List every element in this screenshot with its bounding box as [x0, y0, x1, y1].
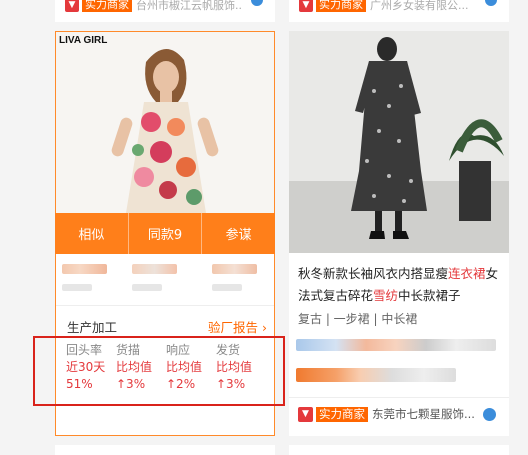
same-style-button[interactable]: 同款9 [129, 213, 203, 254]
factory-report-link[interactable]: 验厂报告 › [208, 317, 267, 336]
seller-row: ▼ 实力商家 东莞市七颗星服饰... [298, 406, 480, 422]
product-title-line1[interactable]: 秋冬新款长袖风衣内搭显瘦连衣裙女 [298, 263, 503, 285]
blurred-info [62, 284, 92, 291]
top-right-card[interactable]: ▼ 实力商家 广州乡女装有限公... [289, 0, 509, 22]
title-text: 法式复古碎花 [298, 288, 374, 303]
product-image[interactable] [289, 31, 509, 253]
bottom-right-card[interactable] [289, 445, 509, 455]
seller-tag: 实力商家 [316, 0, 366, 12]
section-title: 生产加工 [67, 320, 118, 335]
divider [289, 397, 509, 398]
title-text: 中长款裙子 [398, 288, 461, 303]
title-text: 女 [485, 266, 499, 281]
title-text: 秋冬新款长袖风衣内搭显瘦 [298, 266, 449, 281]
similar-button[interactable]: 相似 [55, 213, 129, 254]
blurred-info [132, 284, 162, 291]
blurred-price [132, 264, 177, 274]
seller-logo-icon: ▼ [65, 0, 79, 12]
verified-icon [483, 408, 496, 421]
highlight-box [33, 336, 285, 406]
verified-icon [485, 0, 497, 6]
title-keyword: 连衣裙 [448, 266, 486, 281]
product-image[interactable]: LIVA GIRL [56, 32, 274, 213]
seller-logo-icon: ▼ [299, 0, 313, 12]
blurred-price [296, 368, 456, 382]
blurred-price [62, 264, 107, 274]
verified-icon [251, 0, 263, 6]
seller-tag: 实力商家 [82, 0, 132, 12]
bottom-left-card[interactable] [55, 445, 275, 455]
seller-name[interactable]: 台州市椒江云帆服饰... [136, 0, 241, 13]
title-keyword: 雪纺 [373, 288, 399, 303]
advisor-button[interactable]: 参谋 [202, 213, 275, 254]
seller-tag: 实力商家 [316, 406, 368, 422]
product-tags: 复古 | 一步裙 | 中长裙 [298, 312, 418, 326]
seller-name[interactable]: 东莞市七颗星服饰... [372, 406, 480, 422]
seller-logo-icon: ▼ [298, 406, 313, 422]
product-action-bar: 相似 同款9 参谋 [55, 213, 275, 254]
blurred-info [212, 284, 242, 291]
blurred-price [212, 264, 257, 274]
top-left-card[interactable]: ▼ 实力商家 台州市椒江云帆服饰... [55, 0, 275, 22]
divider [56, 305, 274, 306]
seller-name[interactable]: 广州乡女装有限公... [370, 0, 475, 13]
brand-logo: LIVA GIRL [59, 35, 108, 46]
product-title-line2[interactable]: 法式复古碎花雪纺中长款裙子 [298, 285, 503, 307]
blurred-price [296, 339, 496, 351]
